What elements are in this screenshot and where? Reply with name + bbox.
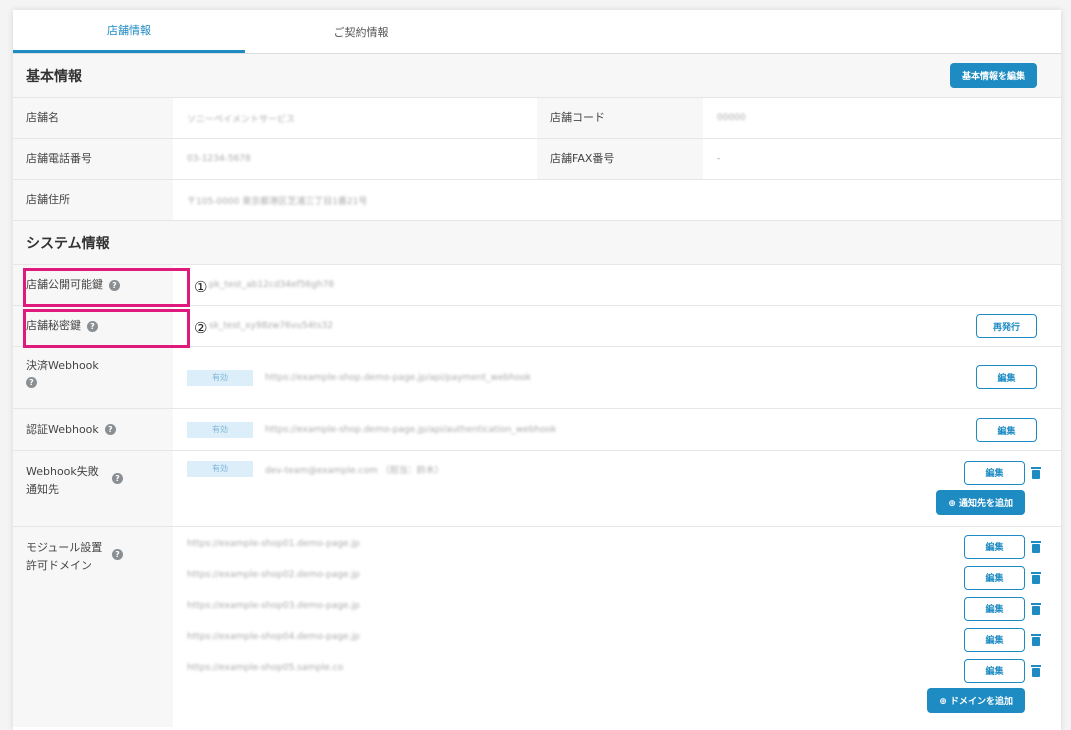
domain-action-row: 編集 — [964, 657, 1041, 684]
highlight-box-secret-key — [23, 309, 190, 348]
trash-icon[interactable] — [1031, 540, 1041, 553]
secret-key-text: sk_test_xy98zw76vu54ts32 — [209, 321, 333, 331]
address-value: 〒105-0000 東京都港区芝浦三丁目1番21号 — [173, 180, 1061, 220]
list-item: https://example-shop03.demo-page.jp — [187, 601, 360, 632]
auth-webhook-url: https://example-shop.demo-page.jp/api/au… — [265, 424, 557, 435]
status-badge: 有効 — [187, 421, 253, 438]
address-row: 店舗住所 〒105-0000 東京都港区芝浦三丁目1番21号 — [13, 180, 1061, 221]
auth-webhook-label: 認証Webhook ? — [13, 409, 173, 450]
tab-shop-info[interactable]: 店舗情報 — [13, 10, 245, 53]
payment-webhook-value: 有効 https://example-shop.demo-page.jp/api… — [173, 347, 1061, 408]
domain-action-row: 編集 — [964, 595, 1041, 622]
fax-value: - — [717, 154, 721, 164]
payment-webhook-url: https://example-shop.demo-page.jp/api/pa… — [265, 372, 532, 383]
system-info-header: システム情報 — [13, 221, 1061, 265]
domain-list: https://example-shop01.demo-page.jp http… — [173, 527, 1061, 727]
address-label: 店舗住所 — [13, 180, 173, 220]
phone-text: 03-1234-5678 — [187, 154, 251, 164]
edit-domain-button[interactable]: 編集 — [964, 596, 1025, 621]
list-item: https://example-shop04.demo-page.jp — [187, 632, 360, 663]
shop-code-value: 00000 — [703, 98, 1061, 138]
domain-url: https://example-shop04.demo-page.jp — [187, 632, 360, 642]
public-key-value: pk_test_ab12cd34ef56gh78 — [173, 265, 1061, 305]
shop-code-label: 店舗コード — [537, 98, 703, 138]
fail-notify-row: Webhook失敗通知先 ? 有効 dev-team@example.com （… — [13, 451, 1061, 527]
shop-code-text: 00000 — [717, 113, 746, 123]
shop-name-text: ソニーペイメントサービス — [187, 114, 296, 125]
highlight-box-public-key — [23, 268, 190, 307]
public-key-text: pk_test_ab12cd34ef56gh78 — [209, 280, 335, 290]
system-info-title: システム情報 — [26, 235, 110, 252]
add-notify-button[interactable]: ⊕ 通知先を追加 — [936, 490, 1025, 515]
fax-label: 店舗FAX番号 — [537, 139, 703, 179]
fail-notify-label: Webhook失敗通知先 ? — [13, 451, 173, 526]
list-item: https://example-shop02.demo-page.jp — [187, 570, 360, 601]
edit-domain-button[interactable]: 編集 — [964, 627, 1025, 652]
fail-notify-value: 有効 dev-team@example.com （担当：鈴木） 編集 ⊕ 通知先… — [173, 451, 1061, 526]
shop-name-row: 店舗名 ソニーペイメントサービス 店舗コード 00000 — [13, 98, 1061, 139]
help-icon[interactable]: ? — [112, 473, 123, 484]
edit-domain-button[interactable]: 編集 — [964, 565, 1025, 590]
fail-notify-edit-row: 編集 — [964, 459, 1041, 486]
trash-icon[interactable] — [1031, 602, 1041, 615]
tab-contract-info[interactable]: ご契約情報 — [245, 10, 477, 53]
domain-actions: 編集 編集 編集 編集 編集 ⊕ ドメインを追加 — [927, 533, 1041, 713]
domain-action-row: 編集 — [964, 626, 1041, 653]
help-icon[interactable]: ? — [104, 424, 116, 435]
add-domain-button[interactable]: ⊕ ドメインを追加 — [927, 688, 1025, 713]
edit-fail-notify-button[interactable]: 編集 — [964, 460, 1025, 485]
list-item: https://example-shop05.sample.co — [187, 663, 343, 694]
basic-info-header: 基本情報 基本情報を編集 — [13, 54, 1061, 98]
domain-label-text: モジュール設置許可ドメイン — [26, 541, 103, 572]
address-text: 〒105-0000 東京都港区芝浦三丁目1番21号 — [187, 196, 368, 207]
domain-row: モジュール設置許可ドメイン ? https://example-shop01.d… — [13, 527, 1061, 727]
domain-url: https://example-shop05.sample.co — [187, 663, 344, 673]
fail-notify-text: dev-team@example.com （担当：鈴木） — [265, 466, 444, 476]
domain-url: https://example-shop03.demo-page.jp — [187, 601, 360, 611]
annotation-marker-1: ① — [194, 278, 208, 296]
auth-webhook-value: 有効 https://example-shop.demo-page.jp/api… — [173, 409, 1061, 450]
payment-webhook-label-text: 決済Webhook — [26, 359, 99, 372]
tab-bar: 店舗情報 ご契約情報 — [13, 10, 1061, 54]
annotation-marker-2: ② — [194, 319, 208, 337]
fail-notify-actions: 編集 ⊕ 通知先を追加 — [936, 459, 1041, 515]
phone-label: 店舗電話番号 — [13, 139, 173, 179]
auth-webhook-row: 認証Webhook ? 有効 https://example-shop.demo… — [13, 409, 1061, 451]
edit-domain-button[interactable]: 編集 — [964, 534, 1025, 559]
auth-webhook-label-text: 認証Webhook — [26, 422, 99, 436]
reissue-button[interactable]: 再発行 — [976, 314, 1037, 338]
fail-notify-label-text: Webhook失敗通知先 — [26, 465, 99, 496]
trash-icon[interactable] — [1031, 633, 1041, 646]
shop-name-value: ソニーペイメントサービス — [173, 98, 537, 138]
status-badge: 有効 — [187, 461, 253, 477]
edit-domain-button[interactable]: 編集 — [964, 658, 1025, 683]
trash-icon[interactable] — [1031, 466, 1041, 479]
payment-webhook-row: 決済Webhook ? 有効 https://example-shop.demo… — [13, 347, 1061, 409]
domain-url: https://example-shop01.demo-page.jp — [187, 539, 360, 549]
secret-key-value: sk_test_xy98zw76vu54ts32 再発行 — [173, 306, 1061, 346]
list-item: https://example-shop01.demo-page.jp — [187, 539, 360, 570]
domain-url: https://example-shop02.demo-page.jp — [187, 570, 360, 580]
domain-label: モジュール設置許可ドメイン ? — [13, 527, 173, 727]
add-notify-label: 通知先を追加 — [958, 499, 1013, 509]
shop-settings-panel: 店舗情報 ご契約情報 基本情報 基本情報を編集 店舗名 ソニーペイメントサービス… — [13, 10, 1061, 730]
trash-icon[interactable] — [1031, 571, 1041, 584]
edit-auth-webhook-button[interactable]: 編集 — [976, 418, 1037, 442]
trash-icon[interactable] — [1031, 664, 1041, 677]
edit-basic-info-button[interactable]: 基本情報を編集 — [949, 63, 1037, 88]
domain-action-row: 編集 — [964, 564, 1041, 591]
basic-info-title: 基本情報 — [26, 68, 82, 85]
edit-payment-webhook-button[interactable]: 編集 — [976, 365, 1037, 389]
payment-webhook-label: 決済Webhook ? — [13, 347, 173, 408]
status-badge: 有効 — [187, 369, 253, 386]
help-icon[interactable]: ? — [112, 549, 123, 560]
phone-value: 03-1234-5678 — [173, 139, 537, 179]
shop-name-label: 店舗名 — [13, 98, 173, 138]
add-domain-label: ドメインを追加 — [949, 697, 1013, 707]
phone-row: 店舗電話番号 03-1234-5678 店舗FAX番号 - — [13, 139, 1061, 180]
help-icon[interactable]: ? — [26, 377, 37, 388]
domain-action-row: 編集 — [964, 533, 1041, 560]
